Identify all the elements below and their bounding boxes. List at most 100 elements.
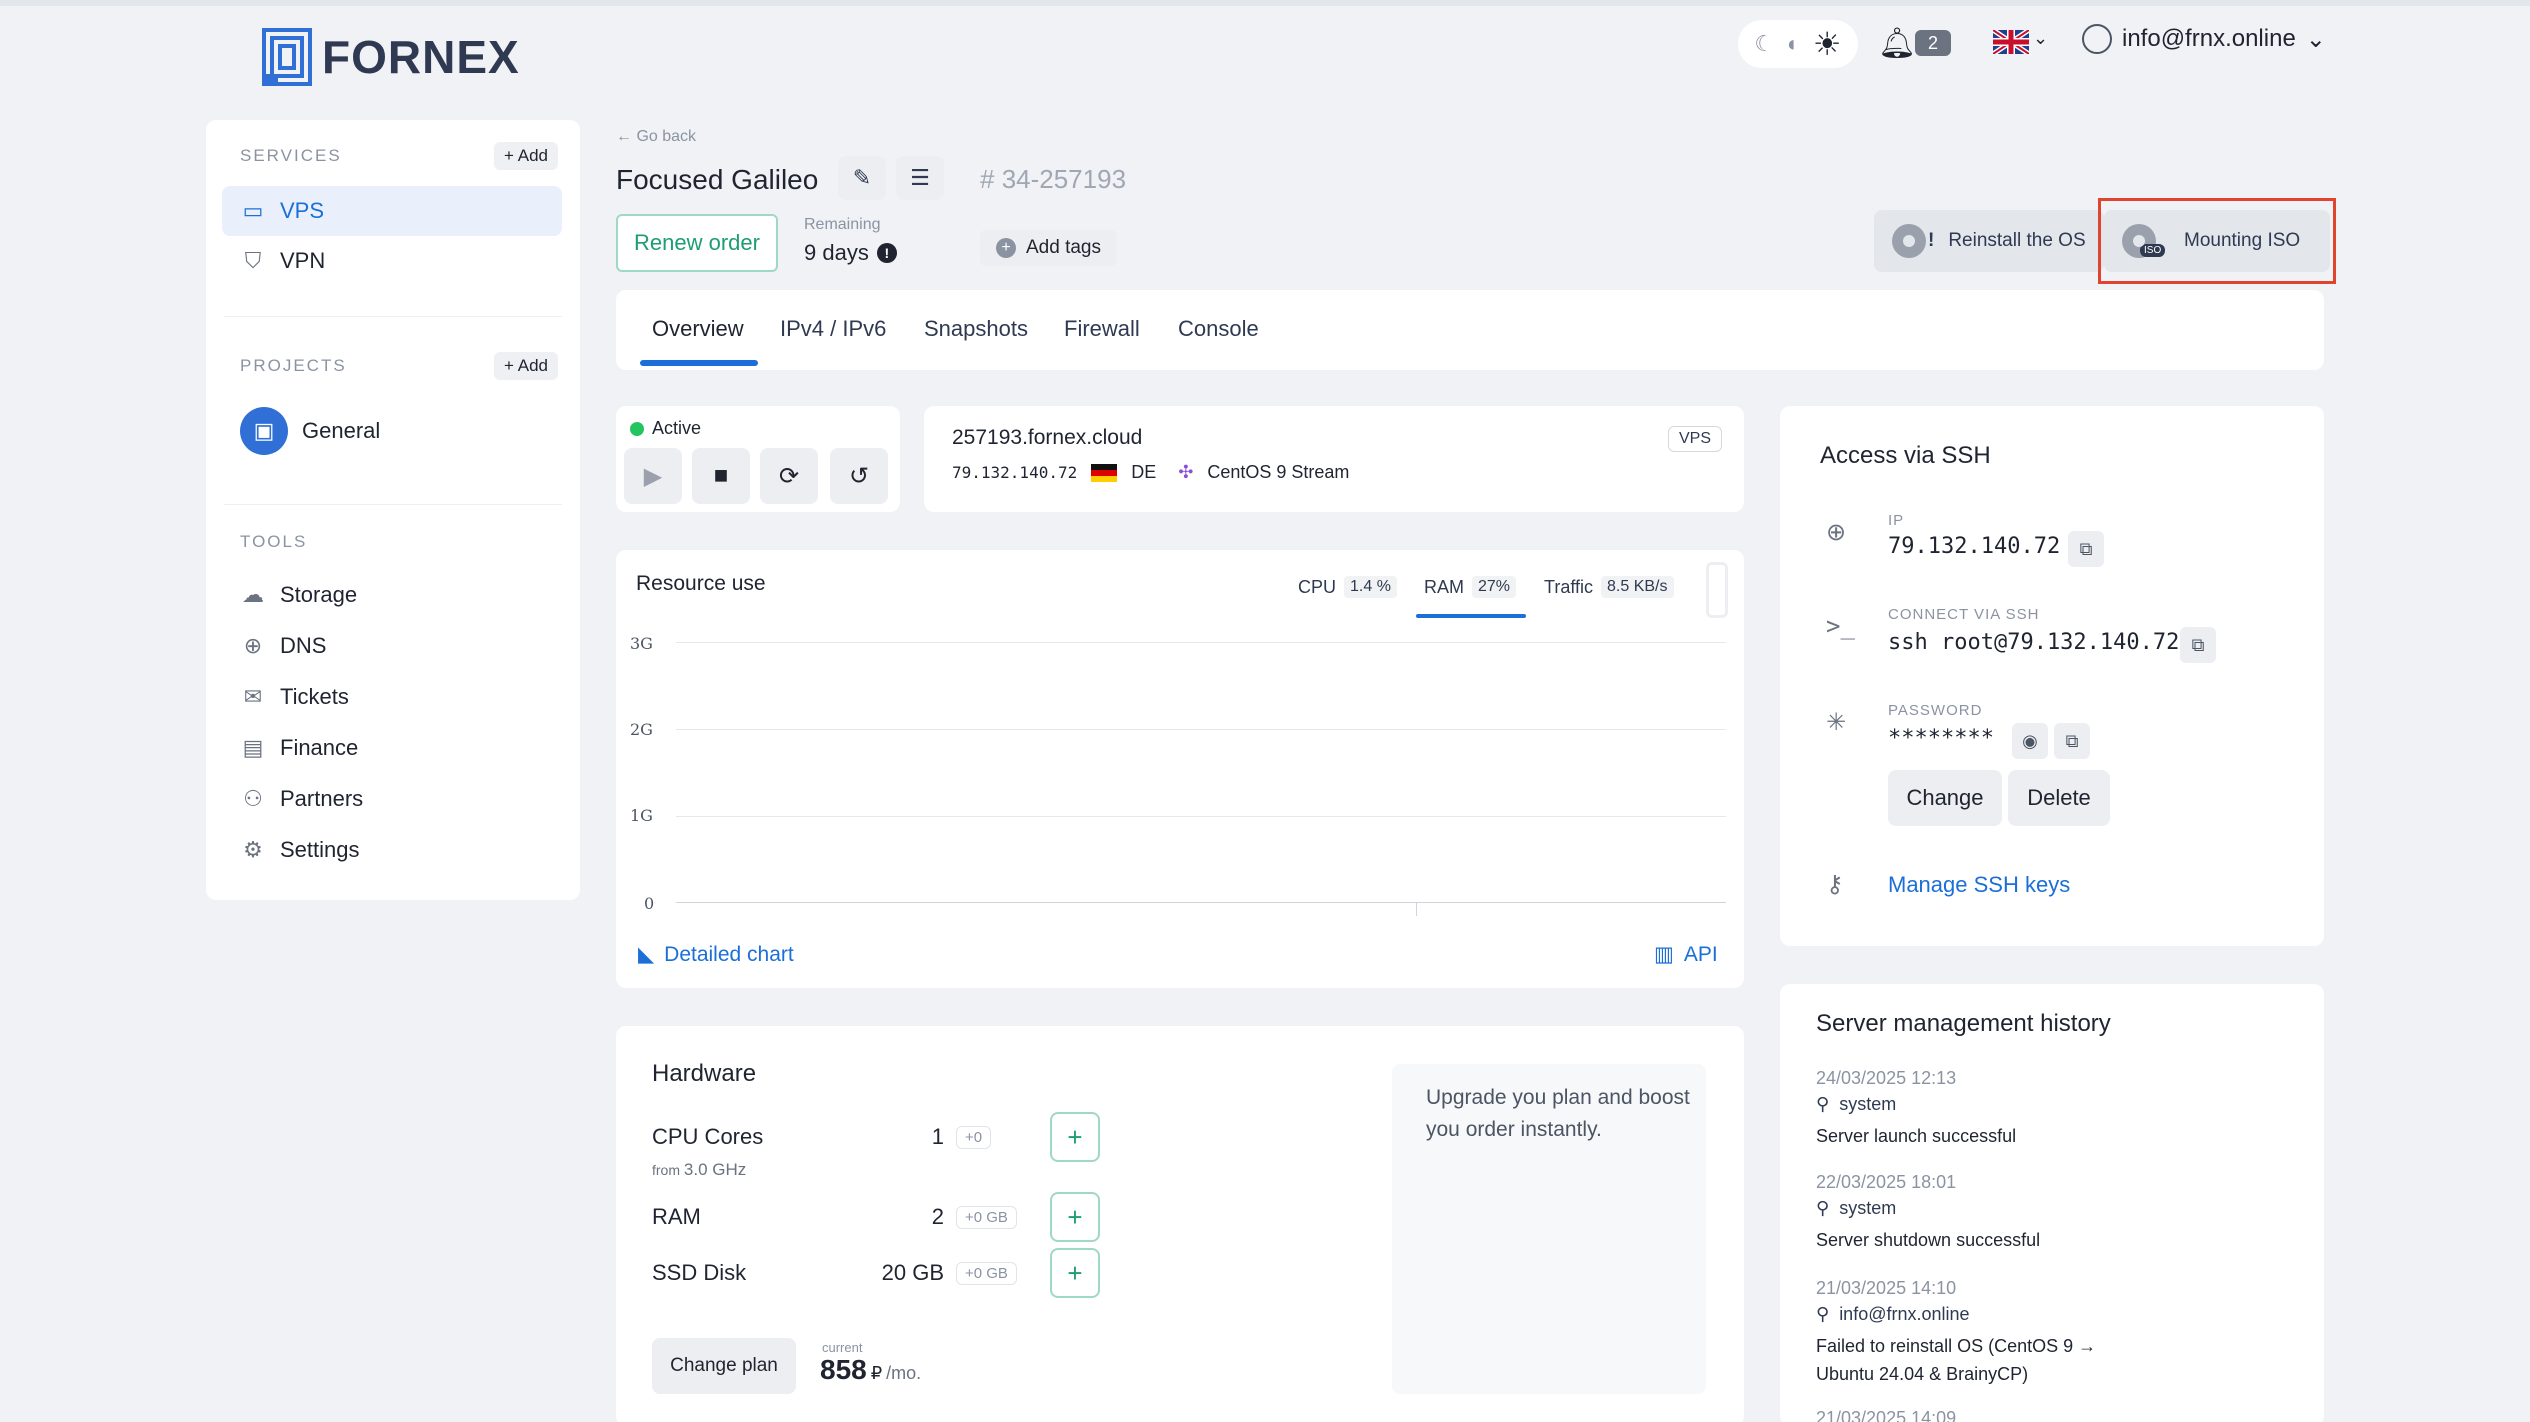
gridline — [676, 729, 1726, 730]
go-back-link[interactable]: ← Go back — [616, 128, 696, 146]
order-number: # 34-257193 — [980, 164, 1127, 194]
bell-icon[interactable]: 🔔︎ — [1878, 26, 1916, 61]
copy-icon: ⧉ — [2191, 634, 2205, 655]
delete-password-button[interactable]: Delete — [2008, 770, 2110, 826]
history-user: ⚲ system — [1816, 1198, 1897, 1218]
add-service-button[interactable]: + Add — [494, 142, 558, 170]
details-list-button[interactable]: ☰ — [896, 156, 944, 200]
add-tags-button[interactable]: + Add tags — [980, 230, 1117, 266]
add-ram-button[interactable]: + — [1050, 1192, 1100, 1242]
copy-icon: ⧉ — [2065, 730, 2079, 751]
tab-overview[interactable]: Overview — [652, 316, 744, 342]
gridline — [676, 816, 1726, 817]
edit-name-button[interactable]: ✎ — [838, 156, 886, 200]
tab-console[interactable]: Console — [1178, 316, 1259, 342]
restart-button[interactable]: ⟳ — [760, 448, 818, 504]
cloud-icon: ☁ — [242, 582, 264, 607]
hardware-title: Hardware — [652, 1060, 757, 1087]
copy-ip-button[interactable]: ⧉ — [2068, 531, 2104, 567]
sidebar-item-vpn[interactable]: ⛉ VPN — [222, 236, 562, 286]
add-project-button[interactable]: + Add — [494, 352, 558, 380]
server-name: Focused Galileo — [616, 164, 819, 195]
services-header: SERVICES + Add — [240, 142, 558, 170]
history-user: ⚲ system — [1816, 1094, 1897, 1114]
start-button[interactable]: ▶ — [624, 448, 682, 504]
top-bar — [0, 0, 2530, 6]
detailed-chart-link[interactable]: ◣ Detailed chart — [638, 942, 794, 967]
history-date: 22/03/2025 18:01 — [1816, 1172, 1957, 1192]
manage-ssh-keys-link[interactable]: Manage SSH keys — [1888, 872, 2070, 898]
copy-ssh-button[interactable]: ⧉ — [2180, 627, 2216, 663]
projects-header: PROJECTS + Add — [240, 352, 558, 380]
disk-label: SSD Disk — [652, 1260, 747, 1285]
logo-icon — [262, 28, 312, 86]
stop-icon: ■ — [713, 462, 729, 489]
renew-order-button[interactable]: Renew order — [616, 214, 778, 272]
hostname: 257193.fornex.cloud — [952, 426, 1143, 449]
cpu-delta: +0 — [956, 1126, 992, 1149]
terminal-icon: >_ — [1826, 612, 1855, 640]
divider — [224, 504, 562, 505]
sidebar-item-finance[interactable]: ▤ Finance — [222, 723, 562, 773]
current-price: 858 ₽ /mo. — [820, 1354, 922, 1385]
user-menu[interactable]: info@frnx.online ⌄ — [2082, 24, 2326, 54]
copy-password-button[interactable]: ⧉ — [2054, 723, 2090, 759]
sidebar: SERVICES + Add ▭ VPS ⛉ VPN PROJECTS + Ad… — [206, 120, 580, 900]
sidebar-item-label: Finance — [280, 735, 359, 760]
reinstall-os-button[interactable]: ! Reinstall the OS — [1874, 210, 2104, 272]
moon-icon[interactable]: ☾ — [1754, 31, 1774, 57]
history-message: Server launch successful — [1816, 1126, 2017, 1146]
theme-switch[interactable]: ☾ ◐ ☀ — [1738, 20, 1858, 68]
shield-icon: ⛉ — [244, 248, 262, 273]
host-os: CentOS 9 Stream — [1207, 462, 1350, 482]
ip-value: 79.132.140.72 — [1888, 534, 2061, 559]
resource-tab-ram[interactable]: RAM 27% — [1424, 576, 1517, 598]
change-password-button[interactable]: Change — [1888, 770, 2002, 826]
globe-icon: ⊕ — [243, 633, 263, 658]
tab-snapshots[interactable]: Snapshots — [924, 316, 1028, 342]
language-chevron-icon[interactable]: ⌄ — [2033, 28, 2048, 49]
sun-icon[interactable]: ☀ — [1813, 25, 1842, 63]
history-date: 24/03/2025 12:13 — [1816, 1068, 1957, 1088]
tab-ipv4-ipv6[interactable]: IPv4 / IPv6 — [780, 316, 886, 342]
sidebar-item-dns[interactable]: ⊕ DNS — [222, 621, 562, 671]
ssh-card — [1780, 406, 2324, 946]
sidebar-item-label: Tickets — [280, 684, 349, 709]
sidebar-item-label: General — [302, 418, 381, 443]
add-disk-button[interactable]: + — [1050, 1248, 1100, 1298]
host-details: 79.132.140.72 DE ✣ CentOS 9 Stream — [952, 462, 1349, 483]
x-axis — [676, 902, 1726, 903]
add-cpu-button[interactable]: + — [1050, 1112, 1100, 1162]
current-label: current — [822, 1340, 863, 1355]
history-date: 21/03/2025 14:10 — [1816, 1278, 1957, 1298]
tab-firewall[interactable]: Firewall — [1064, 316, 1140, 342]
resource-tab-cpu[interactable]: CPU 1.4 % — [1298, 576, 1397, 598]
user-icon: ⚲ — [1816, 1198, 1830, 1218]
user-icon: ⚲ — [1816, 1094, 1830, 1114]
auto-theme-icon[interactable]: ◐ — [1787, 31, 1800, 57]
uk-flag-icon[interactable] — [1993, 30, 2029, 54]
sidebar-item-settings[interactable]: ⚙ Settings — [222, 825, 562, 875]
ram-label: RAM — [652, 1204, 701, 1229]
host-ip: 79.132.140.72 — [952, 463, 1078, 482]
disk-value: 20 GB — [881, 1260, 944, 1285]
history-date: 21/03/2025 14:09 — [1816, 1408, 1957, 1422]
undo-icon: ↺ — [848, 462, 870, 490]
sidebar-item-storage[interactable]: ☁ Storage — [222, 570, 562, 620]
api-link[interactable]: ▥ API — [1654, 942, 1718, 967]
sidebar-item-general[interactable]: ▣ General — [222, 400, 562, 462]
resource-tab-traffic[interactable]: Traffic 8.5 KB/s — [1544, 576, 1674, 598]
stop-button[interactable]: ■ — [692, 448, 750, 504]
user-avatar-icon — [2082, 24, 2112, 54]
fornex-logo[interactable]: FORNEX — [262, 28, 520, 86]
y-label-1g: 1G — [630, 806, 653, 825]
chart-scroll-handle[interactable] — [1706, 562, 1728, 618]
sidebar-item-vps[interactable]: ▭ VPS — [222, 186, 562, 236]
change-plan-button[interactable]: Change plan — [652, 1338, 796, 1394]
sidebar-item-partners[interactable]: ⚇ Partners — [222, 774, 562, 824]
reset-button[interactable]: ↺ — [830, 448, 888, 504]
user-email: info@frnx.online — [2122, 25, 2296, 52]
info-icon[interactable]: ! — [876, 243, 897, 263]
sidebar-item-tickets[interactable]: ✉ Tickets — [222, 672, 562, 722]
show-password-button[interactable]: ◉ — [2012, 723, 2048, 759]
